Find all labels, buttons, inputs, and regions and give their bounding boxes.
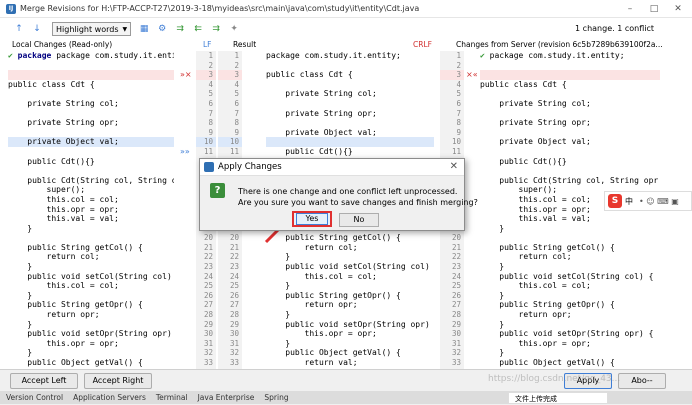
- change-marker-left[interactable]: »»: [180, 147, 190, 156]
- minimize-button[interactable]: –: [618, 0, 642, 18]
- ime-tools-icons[interactable]: • ☺ ⌨ ▣: [639, 197, 679, 206]
- highlight-words-label: Highlight words: [56, 24, 119, 34]
- local-pane[interactable]: ✔ package package com.study.it.entity; p…: [8, 51, 174, 369]
- dialog-message-line1: There is one change and one conflict lef…: [238, 187, 458, 196]
- pane-headers: Local Changes (Read-only) LF Result CRLF…: [0, 39, 692, 51]
- app-icon: IJ: [6, 3, 16, 14]
- magic-resolve-icon[interactable]: ✦: [227, 22, 241, 36]
- arrow-up-icon[interactable]: ↑: [12, 22, 26, 36]
- ime-logo-icon: S: [608, 194, 622, 208]
- settings-icon[interactable]: ⚙: [155, 22, 169, 36]
- apply-right-icon[interactable]: ⇉: [209, 22, 223, 36]
- question-icon: ?: [210, 183, 225, 198]
- maximize-button[interactable]: □: [642, 0, 666, 18]
- accept-left-button[interactable]: Accept Left: [10, 373, 78, 389]
- conflict-marker-left[interactable]: »×: [180, 70, 192, 79]
- apply-left-icon[interactable]: ⇇: [191, 22, 205, 36]
- conflict-marker-right[interactable]: ×«: [466, 70, 478, 79]
- yes-button[interactable]: Yes: [292, 211, 332, 227]
- chevron-down-icon: ▼: [122, 25, 128, 33]
- dialog-title: Apply Changes: [218, 162, 282, 172]
- grid-icon[interactable]: ▦: [137, 22, 151, 36]
- no-button[interactable]: No: [339, 213, 379, 227]
- dialog-title-bar: Apply Changes: [200, 159, 464, 176]
- status-item-java-ee[interactable]: Java Enterprise: [198, 393, 255, 402]
- window-title: Merge Revisions for H:\FTP-ACCP-T27\2019…: [20, 4, 420, 13]
- title-bar: IJ Merge Revisions for H:\FTP-ACCP-T27\2…: [0, 0, 692, 18]
- status-item-version-control[interactable]: Version Control: [6, 393, 63, 402]
- change-status: 1 change. 1 conflict: [575, 24, 654, 33]
- status-item-terminal[interactable]: Terminal: [156, 393, 188, 402]
- yes-label: Yes: [296, 213, 328, 225]
- dialog-close-icon[interactable]: ✕: [450, 161, 458, 172]
- arrow-down-icon[interactable]: ↓: [30, 22, 44, 36]
- abort-button[interactable]: Abo--: [618, 373, 666, 389]
- result-line-separator: CRLF: [413, 40, 432, 49]
- ime-toolbar[interactable]: S 中 • ☺ ⌨ ▣: [604, 191, 692, 211]
- server-header: Changes from Server (revision 6c5b7289b6…: [456, 40, 663, 49]
- result-header: Result: [233, 40, 257, 49]
- local-header: Local Changes (Read-only): [12, 40, 113, 49]
- apply-non-conflicting-icon[interactable]: ⇉: [173, 22, 187, 36]
- status-item-app-servers[interactable]: Application Servers: [73, 393, 146, 402]
- local-line-separator: LF: [203, 40, 212, 49]
- merge-window: IJ Merge Revisions for H:\FTP-ACCP-T27\2…: [0, 0, 692, 404]
- toolbar: ↑ ↓ Highlight words ▼ ▦ ⚙ ⇉ ⇇ ⇉ ✦ 1 chan…: [0, 19, 692, 39]
- dialog-message: There is one change and one conflict lef…: [238, 186, 478, 208]
- upload-toast: 文件上传完成: [508, 392, 608, 404]
- close-button[interactable]: ✕: [666, 0, 690, 18]
- apply-changes-dialog: Apply Changes ✕ ? There is one change an…: [199, 158, 478, 231]
- dialog-message-line2: Are you sure you want to save changes an…: [238, 198, 478, 207]
- status-item-spring[interactable]: Spring: [264, 393, 288, 402]
- highlight-words-select[interactable]: Highlight words ▼: [52, 22, 132, 36]
- dialog-app-icon: [204, 162, 214, 172]
- accept-right-button[interactable]: Accept Right: [84, 373, 152, 389]
- watermark: https://blog.csdn.net/qq_43...: [488, 374, 621, 384]
- ime-mode[interactable]: 中: [625, 196, 633, 207]
